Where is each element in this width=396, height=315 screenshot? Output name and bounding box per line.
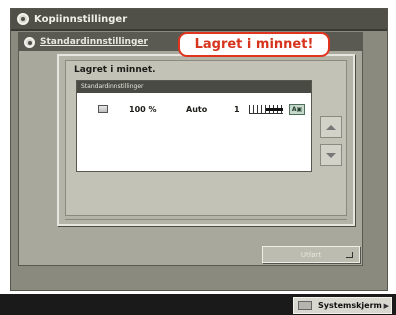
system-monitor-button[interactable]: Systemskjerm ▶ [293,297,392,314]
scroll-up-button[interactable] [320,116,342,138]
density-scale-icon [249,104,283,114]
settings-circle-icon [17,13,29,25]
done-button-label: Utført [300,250,322,259]
system-monitor-label: Systemskjerm [318,301,382,310]
settings-circle-icon [24,36,35,48]
saved-dialog: Lagret i minnet. Standardinnstillinger 1… [57,54,355,226]
arrow-down-icon [326,152,336,158]
screen-titlebar: Kopiinnstillinger [11,9,387,31]
monitor-icon [298,301,312,310]
arrow-up-icon [326,124,336,130]
callout-annotation: Lagret i minnet! [178,32,330,57]
chevron-right-icon: ▶ [383,301,389,310]
dialog-body: Lagret i minnet. Standardinnstillinger 1… [65,60,347,216]
zoom-value: 100 % [129,104,157,114]
dialog-divider [65,219,347,220]
screen-title: Kopiinnstillinger [34,13,128,25]
subwindow-title: Standardinnstillinger [40,37,148,47]
done-button[interactable]: Utført [262,246,360,263]
settings-list-header: Standardinnstillinger [77,81,311,93]
text-photo-icon: A▣ [289,103,305,115]
paper-value: Auto [186,104,208,114]
settings-list: Standardinnstillinger 100 % Auto 1 A▣ [76,80,312,172]
scroll-down-button[interactable] [320,144,342,166]
enter-icon [346,252,353,258]
settings-row: 100 % Auto 1 A▣ [77,101,311,117]
callout-text: Lagret i minnet! [194,37,314,52]
paper-tray-icon [98,105,108,113]
dialog-message: Lagret i minnet. [74,65,156,75]
copies-value: 1 [234,104,240,114]
